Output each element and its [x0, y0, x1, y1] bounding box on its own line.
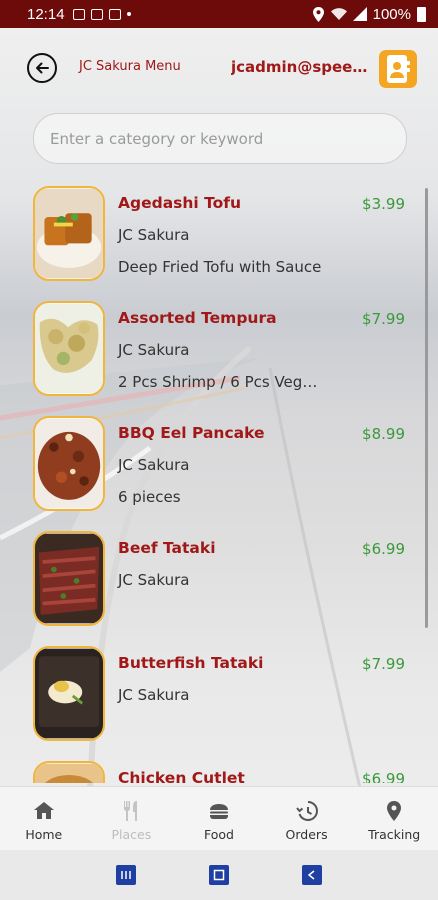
food-image — [33, 186, 105, 281]
beef-tataki-photo — [35, 533, 103, 624]
notification-icons — [72, 8, 131, 20]
more-notifications-icon — [126, 12, 131, 16]
food-image — [33, 761, 105, 783]
item-restaurant: JC Sakura — [118, 686, 190, 704]
square-home-icon — [213, 869, 225, 881]
nav-label: Places — [111, 827, 152, 842]
item-price: $7.99 — [362, 655, 405, 673]
search-input[interactable] — [34, 114, 406, 163]
item-description: 6 pieces — [118, 488, 181, 506]
back-button[interactable] — [27, 53, 57, 83]
app-header: JC Sakura Menu jcadmin@speedymenu.com — [0, 28, 438, 112]
nav-food[interactable]: Food — [175, 787, 263, 850]
app-notification-icon — [90, 8, 103, 20]
item-restaurant: JC Sakura — [118, 571, 190, 589]
item-description: Deep Fried Tofu with Sauce — [118, 258, 322, 276]
wifi-status-icon — [330, 8, 347, 20]
list-item[interactable]: BBQ Eel Pancake $8.99 JC Sakura 6 pieces — [0, 413, 438, 528]
back-system-button[interactable] — [301, 865, 322, 885]
item-price: $7.99 — [362, 310, 405, 328]
list-item[interactable]: Chicken Cutlet $6.99 — [0, 758, 438, 783]
nav-tracking[interactable]: Tracking — [350, 787, 438, 850]
history-icon — [295, 801, 318, 821]
butterfish-tataki-photo — [35, 648, 103, 739]
system-back-icon — [307, 870, 315, 880]
scrollbar[interactable] — [425, 188, 428, 628]
item-restaurant: JC Sakura — [118, 456, 190, 474]
list-item[interactable]: Beef Tataki $6.99 JC Sakura — [0, 528, 438, 643]
list-item[interactable]: Agedashi Tofu $3.99 JC Sakura Deep Fried… — [0, 183, 438, 298]
food-image — [33, 416, 105, 511]
recent-apps-button[interactable] — [116, 865, 137, 885]
food-image — [33, 531, 105, 626]
chicken-cutlet-photo — [35, 763, 103, 783]
agedashi-tofu-photo — [35, 188, 103, 279]
contact-book-icon — [387, 55, 410, 83]
tempura-photo — [35, 303, 103, 394]
item-price: $6.99 — [362, 540, 405, 558]
recents-icon — [121, 871, 132, 879]
food-image — [33, 301, 105, 396]
menu-item-list[interactable]: Agedashi Tofu $3.99 JC Sakura Deep Fried… — [0, 183, 438, 783]
nav-places[interactable]: Places — [88, 787, 176, 850]
nav-orders[interactable]: Orders — [263, 787, 351, 850]
home-icon — [33, 802, 54, 819]
eel-pancake-photo — [35, 418, 103, 509]
arrow-left-icon — [36, 62, 49, 74]
profile-button[interactable] — [379, 50, 417, 88]
page-title: JC Sakura Menu — [79, 59, 181, 74]
location-pin-icon — [387, 801, 402, 821]
nav-home[interactable]: Home — [0, 787, 88, 850]
nav-label: Home — [25, 827, 63, 842]
signal-status-icon — [352, 7, 367, 21]
nav-label: Tracking — [368, 827, 421, 842]
anchor-notification-icon — [108, 8, 121, 20]
item-restaurant: JC Sakura — [118, 226, 190, 244]
list-item[interactable]: Butterfish Tataki $7.99 JC Sakura — [0, 643, 438, 758]
item-name: Butterfish Tataki — [118, 654, 264, 672]
fork-knife-icon — [124, 801, 138, 821]
image-notification-icon — [72, 8, 85, 20]
item-name: Chicken Cutlet — [118, 769, 245, 783]
user-email[interactable]: jcadmin@speedymenu.com — [231, 58, 369, 76]
menu-screen: JC Sakura Menu jcadmin@speedymenu.com — [0, 28, 438, 850]
nav-label: Orders — [285, 827, 328, 842]
item-name: Agedashi Tofu — [118, 194, 242, 212]
item-restaurant: JC Sakura — [118, 341, 190, 359]
burger-icon — [209, 804, 228, 819]
food-image — [33, 646, 105, 741]
battery-percent: 100% — [372, 5, 411, 23]
location-status-icon — [312, 6, 324, 22]
list-item[interactable]: Assorted Tempura $7.99 JC Sakura 2 Pcs S… — [0, 298, 438, 413]
home-system-button[interactable] — [208, 865, 229, 885]
item-description: 2 Pcs Shrimp / 6 Pcs Vegetable — [118, 373, 324, 391]
bottom-navigation: Home Places Food Orders Tracking — [0, 786, 438, 850]
status-bar: 12:14 100% — [0, 0, 438, 28]
item-price: $8.99 — [362, 425, 405, 443]
system-navigation-bar — [0, 850, 438, 900]
item-name: BBQ Eel Pancake — [118, 424, 265, 442]
battery-icon — [417, 6, 426, 22]
item-name: Beef Tataki — [118, 539, 216, 557]
status-time: 12:14 — [27, 5, 65, 23]
search-field[interactable] — [33, 113, 407, 164]
item-price: $3.99 — [362, 195, 405, 213]
nav-label: Food — [203, 827, 234, 842]
item-name: Assorted Tempura — [118, 309, 277, 327]
item-price: $6.99 — [362, 770, 405, 783]
